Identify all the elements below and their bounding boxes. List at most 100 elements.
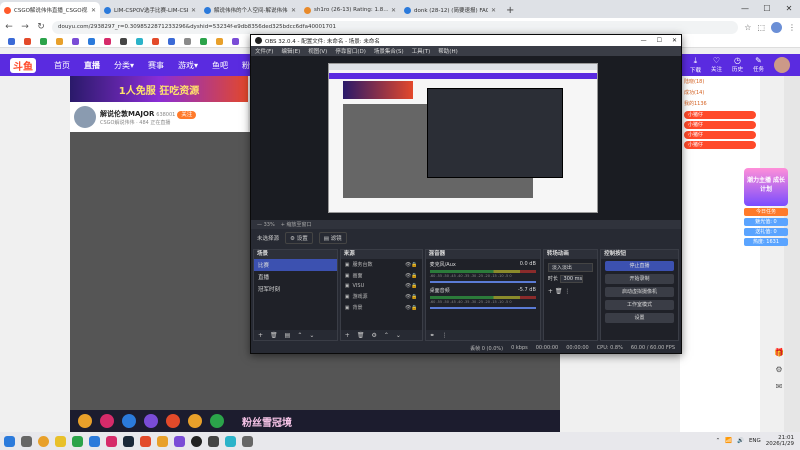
scene-item[interactable]: 冠军时刻: [254, 283, 337, 295]
app-icon[interactable]: [225, 435, 236, 447]
app-icon[interactable]: [174, 435, 185, 447]
menu-edit[interactable]: 编辑(E): [281, 47, 300, 55]
bookmark-icon[interactable]: [168, 38, 175, 45]
start-icon[interactable]: [4, 435, 15, 447]
app-icon[interactable]: [242, 435, 253, 447]
start-recording-button[interactable]: 开始录制: [605, 274, 674, 284]
visibility-icon[interactable]: 👁🔒: [405, 262, 418, 268]
browser-tab[interactable]: donk (28-12) (简要速报) FACE… ✕: [400, 2, 500, 18]
nav-item[interactable]: 鱼吧: [212, 60, 228, 71]
close-window-button[interactable]: ✕: [778, 0, 800, 18]
scene-item[interactable]: 直播: [254, 271, 337, 283]
chrome-icon[interactable]: [38, 435, 49, 447]
browser-tab[interactable]: LIM-CSPOV选手比赛-LIM-CSPO… ✕: [100, 2, 200, 18]
bookmark-icon[interactable]: [136, 38, 143, 45]
close-tab-icon[interactable]: ✕: [491, 7, 496, 14]
bookmark-icon[interactable]: [56, 38, 63, 45]
source-item[interactable]: ▣ 画面 👁🔒: [341, 270, 422, 281]
minimize-button[interactable]: —: [641, 37, 647, 44]
gear-icon[interactable]: ⚙: [371, 332, 376, 339]
close-tab-icon[interactable]: ✕: [191, 7, 196, 14]
folder-icon[interactable]: [55, 435, 66, 447]
source-item[interactable]: ▣ 游戏源 👁🔒: [341, 291, 422, 302]
more-icon[interactable]: ⋮: [442, 332, 448, 339]
source-item[interactable]: ▣ VISU 👁🔒: [341, 281, 422, 291]
stop-stream-button[interactable]: 停止直播: [605, 261, 674, 271]
app-icon[interactable]: [89, 435, 100, 447]
douyu-logo[interactable]: 斗鱼: [10, 57, 36, 73]
search-icon[interactable]: [21, 435, 32, 447]
growth-promo[interactable]: 潮力主播 成长计划: [744, 168, 788, 206]
menu-icon[interactable]: ⋮: [788, 23, 796, 32]
menu-file[interactable]: 文件(F): [255, 47, 273, 55]
menu-view[interactable]: 视图(V): [308, 47, 327, 55]
trash-icon[interactable]: 🗑: [270, 332, 278, 339]
gift-icon[interactable]: [144, 414, 158, 428]
reload-icon[interactable]: ↻: [36, 22, 46, 32]
browser-tab-active[interactable]: CSGO解说伟伟直播_CSGO视… ✕: [0, 2, 100, 18]
follow-list-button[interactable]: ♡ 关注: [711, 56, 722, 74]
nav-item[interactable]: 粉: [242, 60, 250, 71]
language-indicator[interactable]: ENG: [749, 438, 761, 444]
fit-window[interactable]: + 缩放至窗口: [281, 221, 312, 228]
visibility-icon[interactable]: 👁🔒: [405, 305, 418, 311]
up-icon[interactable]: ⌃: [384, 332, 389, 339]
settings-icon[interactable]: ⚙: [775, 365, 782, 374]
steam-icon[interactable]: [123, 435, 134, 447]
new-tab-button[interactable]: +: [500, 5, 520, 18]
transition-select[interactable]: 淡入淡出: [547, 263, 594, 272]
obs-preview[interactable]: [251, 56, 681, 220]
nav-item[interactable]: 分类▾: [114, 60, 134, 71]
up-icon[interactable]: ⌃: [297, 332, 302, 339]
nav-item-live[interactable]: 直播: [84, 60, 100, 71]
down-icon[interactable]: ⌄: [309, 332, 314, 339]
wechat-icon[interactable]: [72, 435, 83, 447]
zoom-level[interactable]: — 33%: [257, 222, 275, 228]
bookmark-icon[interactable]: [104, 38, 111, 45]
promo-banner[interactable]: 1人免服 狂吃资源: [70, 76, 248, 102]
filters-button[interactable]: ▤ 滤镜: [318, 232, 347, 244]
back-icon[interactable]: ←: [4, 22, 14, 32]
bookmark-icon[interactable]: [24, 38, 31, 45]
maximize-button[interactable]: ☐: [657, 37, 662, 44]
source-item[interactable]: ▣ 服务台数 👁🔒: [341, 259, 422, 270]
visibility-icon[interactable]: 👁🔒: [405, 283, 418, 289]
menu-scene-collection[interactable]: 场景集合(S): [374, 47, 404, 55]
app-icon[interactable]: [106, 435, 117, 447]
wifi-icon[interactable]: 📶: [725, 438, 732, 444]
bookmark-icon[interactable]: [88, 38, 95, 45]
down-icon[interactable]: ⌄: [396, 332, 401, 339]
volume-slider[interactable]: [429, 281, 536, 283]
bookmark-icon[interactable]: [232, 38, 239, 45]
add-icon[interactable]: +: [258, 332, 263, 339]
gift-icon[interactable]: [188, 414, 202, 428]
virtual-camera-button[interactable]: 启动虚拟摄像机: [605, 287, 674, 297]
scene-item[interactable]: 比赛: [254, 259, 337, 271]
app-icon[interactable]: [140, 435, 151, 447]
volume-icon[interactable]: 🔊: [737, 438, 744, 444]
gift-box-icon[interactable]: 🎁: [774, 348, 784, 357]
trash-icon[interactable]: 🗑: [357, 332, 365, 339]
menu-tools[interactable]: 工具(T): [412, 47, 431, 55]
browser-tab[interactable]: sh1ro (26-13) Rating: 1.8… ✕: [300, 2, 400, 18]
bookmark-icon[interactable]: [72, 38, 79, 45]
gift-icon[interactable]: [122, 414, 136, 428]
close-tab-icon[interactable]: ✕: [91, 7, 96, 14]
gift-icon[interactable]: [210, 414, 224, 428]
gift-icon[interactable]: [166, 414, 180, 428]
close-tab-icon[interactable]: ✕: [391, 7, 396, 14]
star-icon[interactable]: ☆: [744, 23, 751, 32]
add-icon[interactable]: +: [548, 288, 553, 295]
forward-icon[interactable]: →: [20, 22, 30, 32]
trash-icon[interactable]: 🗑: [555, 288, 563, 295]
bookmark-icon[interactable]: [216, 38, 223, 45]
maximize-button[interactable]: ☐: [756, 0, 778, 18]
minimize-button[interactable]: —: [734, 0, 756, 18]
follow-button[interactable]: 关注: [177, 110, 197, 119]
source-item[interactable]: ▣ 背景 👁🔒: [341, 302, 422, 313]
bookmark-icon[interactable]: [184, 38, 191, 45]
gift-icon[interactable]: [78, 414, 92, 428]
settings-button[interactable]: 设置: [605, 313, 674, 323]
filter-icon[interactable]: ▤: [285, 332, 291, 339]
menu-help[interactable]: 帮助(H): [438, 47, 457, 55]
